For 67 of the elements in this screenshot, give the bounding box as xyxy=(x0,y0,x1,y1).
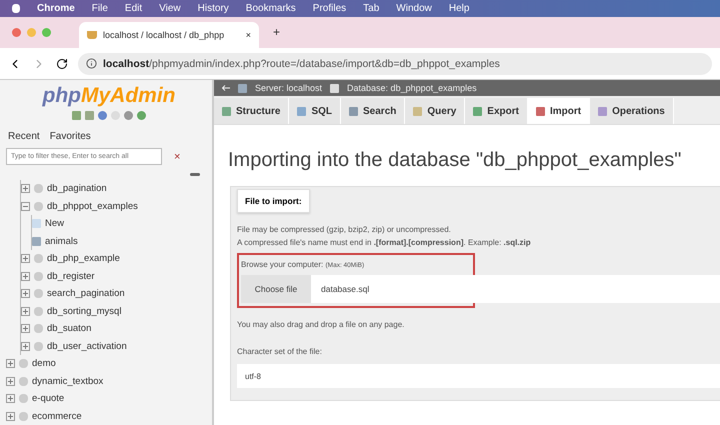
nav-tab[interactable]: Operations xyxy=(590,98,674,124)
expand-icon[interactable] xyxy=(6,376,15,386)
field-label: Character set of the file: xyxy=(237,347,323,356)
tree-item[interactable]: e-quote xyxy=(32,393,64,404)
clear-filter-button[interactable]: × xyxy=(174,150,180,162)
nav-tab[interactable]: Structure xyxy=(214,98,290,124)
nav-tab[interactable]: Import xyxy=(528,98,590,124)
collapse-icon[interactable] xyxy=(21,202,30,211)
sidebar-tab[interactable]: Favorites xyxy=(48,130,93,143)
menu-item[interactable]: Window xyxy=(396,3,432,14)
menu-item[interactable]: History xyxy=(198,3,229,14)
nav-tab[interactable]: SQL xyxy=(289,98,342,124)
expand-icon[interactable] xyxy=(6,412,15,421)
close-tab-button[interactable]: × xyxy=(246,30,251,40)
tree-item[interactable]: db_register xyxy=(47,270,95,282)
menu-item[interactable]: Help xyxy=(448,3,470,14)
sidebar-tab[interactable]: Recent xyxy=(6,130,42,143)
menu-item[interactable]: Chrome xyxy=(37,3,75,14)
nav-tab[interactable]: Query xyxy=(405,98,466,124)
tree-item[interactable]: ecommerce xyxy=(32,410,82,422)
nav-tab[interactable]: Export xyxy=(465,98,528,124)
expand-icon[interactable] xyxy=(6,394,15,404)
help-text: You may also drag and drop a file on any page. xyxy=(237,320,406,329)
tree-item[interactable]: db_pagination xyxy=(47,183,107,194)
expand-icon[interactable] xyxy=(21,254,30,264)
new-tab-button[interactable]: + xyxy=(273,24,280,40)
expand-icon[interactable] xyxy=(21,306,30,316)
reload-icon[interactable] xyxy=(56,58,68,70)
close-window-icon[interactable] xyxy=(12,28,21,37)
expand-icon[interactable] xyxy=(21,342,30,351)
phpmyadmin-logo[interactable]: phpMyAdmin xyxy=(42,84,176,108)
tree-item[interactable]: demo xyxy=(32,358,56,370)
tree-item[interactable]: animals xyxy=(45,236,78,247)
tree-item[interactable]: db_user_activation xyxy=(47,340,127,352)
help-text: A compressed file's name must end in .[format].[compression]. Example: .sql.zip xyxy=(237,238,532,247)
expand-icon[interactable] xyxy=(6,359,15,368)
info-icon[interactable] xyxy=(86,58,97,69)
menu-item[interactable]: Edit xyxy=(124,3,142,14)
menu-item[interactable]: File xyxy=(92,3,108,14)
tree-item[interactable]: db_sorting_mysql xyxy=(47,306,122,317)
tree-item[interactable]: db_suaton xyxy=(47,323,92,334)
expand-icon[interactable] xyxy=(21,324,30,334)
menu-item[interactable]: Tab xyxy=(363,3,380,14)
collapse-all-icon[interactable] xyxy=(190,173,200,176)
menu-item[interactable]: Bookmarks xyxy=(246,3,296,14)
expand-icon[interactable] xyxy=(21,272,30,281)
expand-icon[interactable] xyxy=(21,184,30,194)
nav-tab[interactable]: Search xyxy=(341,98,406,124)
choose-file-button[interactable]: Choose file xyxy=(241,275,311,303)
breadcrumb-link[interactable]: Database: db_phppot_examples xyxy=(347,83,477,93)
menu-item[interactable]: View xyxy=(159,3,181,14)
back-arrow-icon[interactable] xyxy=(222,85,230,91)
breadcrumb-link[interactable]: Server: localhost xyxy=(255,83,322,93)
tree-item[interactable]: db_phppot_examples xyxy=(47,200,138,212)
tree-item[interactable]: search_pagination xyxy=(47,288,125,300)
charset-select[interactable]: utf-8 xyxy=(237,364,720,388)
page-heading: Importing into the database "db_phppot_examples" xyxy=(228,149,682,172)
section-legend: File to import: xyxy=(237,189,310,213)
tree-item[interactable]: dynamic_textbox xyxy=(32,376,104,387)
tree-item[interactable]: New xyxy=(45,218,64,230)
address-field[interactable]: localhost/phpmyadmin/index.php?route=/database/import&db=db_phppot_examples xyxy=(78,52,712,74)
menu-item[interactable]: Profiles xyxy=(312,3,346,14)
expand-icon[interactable] xyxy=(21,289,30,298)
file-name-field[interactable]: database.sql xyxy=(311,275,720,303)
tree-item[interactable]: db_php_example xyxy=(47,253,120,264)
browser-tab[interactable]: localhost / localhost / db_phpp × xyxy=(79,22,259,48)
help-text: File may be compressed (gzip, bzip2, zip) or uncompressed. xyxy=(237,225,452,234)
